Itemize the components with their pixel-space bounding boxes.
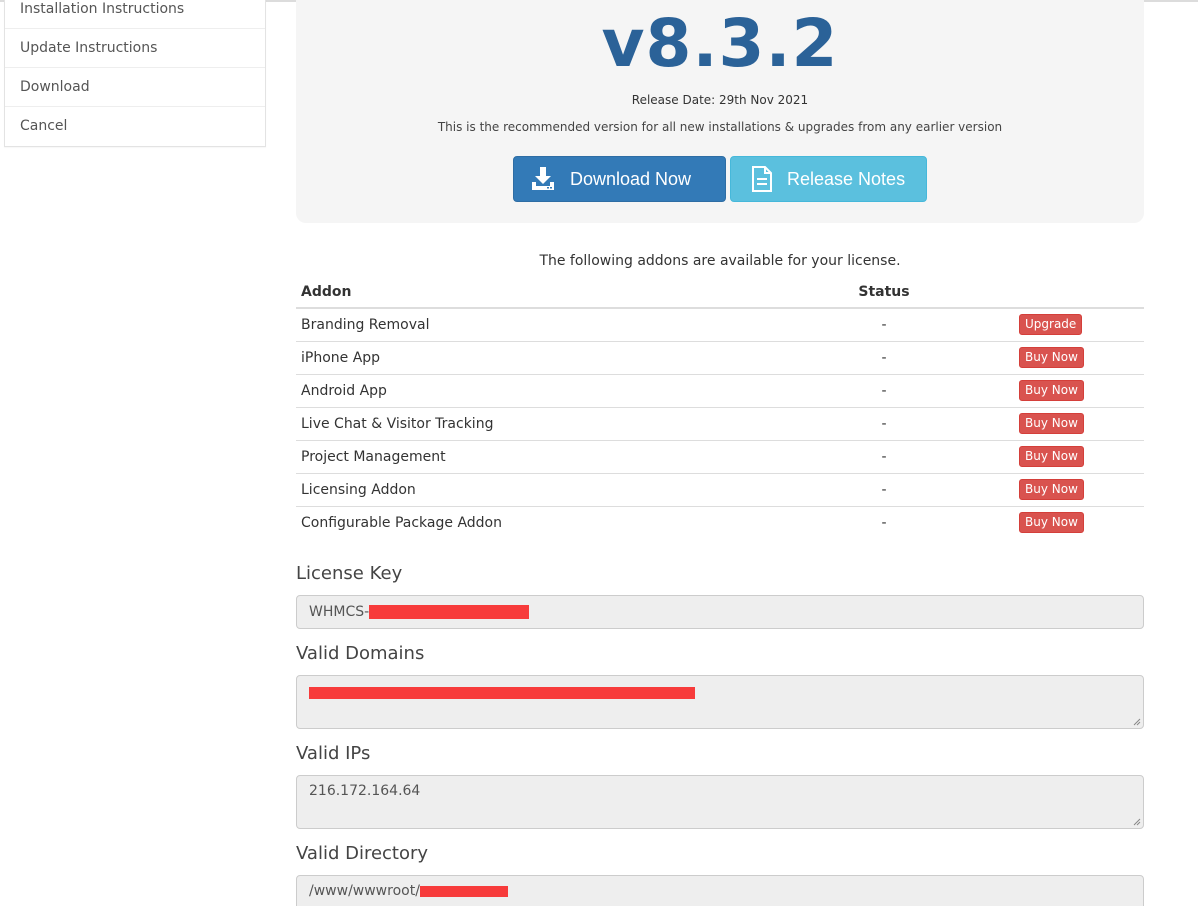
valid-directory-label: Valid Directory <box>296 843 429 864</box>
buy-now-button[interactable]: Buy Now <box>1019 347 1084 368</box>
upgrade-button[interactable]: Upgrade <box>1019 314 1083 336</box>
buy-now-button[interactable]: Buy Now <box>1019 446 1084 467</box>
addon-status: - <box>784 373 984 407</box>
valid-ips-field[interactable]: 216.172.164.64 <box>296 775 1144 829</box>
sidebar-item-update-instructions[interactable]: Update Instructions <box>5 29 265 68</box>
license-key-label: License Key <box>296 563 403 584</box>
table-row: Project Management - Buy Now <box>296 439 1144 473</box>
addon-status: - <box>784 472 984 506</box>
addon-name: Project Management <box>296 439 784 473</box>
table-header-row: Addon Status <box>296 277 1144 309</box>
table-row: Branding Removal - Upgrade <box>296 307 1144 341</box>
table-row: Live Chat & Visitor Tracking - Buy Now <box>296 406 1144 440</box>
addons-table: Addon Status Branding Removal - Upgrade … <box>296 277 1144 539</box>
buy-now-button[interactable]: Buy Now <box>1019 512 1084 534</box>
addon-action-cell: Buy Now <box>984 340 1144 374</box>
valid-domains-field[interactable] <box>296 675 1144 729</box>
resize-handle-icon[interactable] <box>1131 816 1141 826</box>
download-icon <box>528 164 558 194</box>
valid-ips-value: 216.172.164.64 <box>309 783 421 799</box>
addon-status: - <box>784 307 984 341</box>
addon-name: Branding Removal <box>296 307 784 341</box>
addon-name: Live Chat & Visitor Tracking <box>296 406 784 440</box>
valid-domains-label: Valid Domains <box>296 643 425 664</box>
license-key-field[interactable]: WHMCS- <box>296 595 1144 629</box>
table-row: iPhone App - Buy Now <box>296 340 1144 374</box>
addon-status: - <box>784 505 984 539</box>
table-row: Android App - Buy Now <box>296 373 1144 407</box>
page: Installation Instructions Update Instruc… <box>0 0 1198 906</box>
table-row: Licensing Addon - Buy Now <box>296 472 1144 506</box>
addon-name: Configurable Package Addon <box>296 505 784 539</box>
valid-directory-redaction <box>419 885 508 897</box>
column-header-action <box>984 277 1144 309</box>
addon-status: - <box>784 406 984 440</box>
addon-action-cell: Buy Now <box>984 439 1144 473</box>
addon-status: - <box>784 439 984 473</box>
license-key-prefix: WHMCS- <box>309 604 370 620</box>
resize-handle-icon[interactable] <box>1131 716 1141 726</box>
table-row: Configurable Package Addon - Buy Now <box>296 505 1144 539</box>
addon-name: iPhone App <box>296 340 784 374</box>
buy-now-button[interactable]: Buy Now <box>1019 413 1084 434</box>
addon-name: Licensing Addon <box>296 472 784 506</box>
addon-action-cell: Buy Now <box>984 505 1144 539</box>
valid-ips-label: Valid IPs <box>296 743 371 764</box>
release-date: Release Date: 29th Nov 2021 <box>631 93 809 107</box>
addon-action-cell: Buy Now <box>984 472 1144 506</box>
download-now-button[interactable]: Download Now <box>513 156 726 202</box>
column-header-status: Status <box>784 277 984 309</box>
addon-name: Android App <box>296 373 784 407</box>
version-number: v8.3.2 <box>601 5 839 82</box>
valid-directory-field[interactable]: /www/wwwroot/ <box>296 875 1144 906</box>
buy-now-button[interactable]: Buy Now <box>1019 479 1084 500</box>
sidebar-menu: Installation Instructions Update Instruc… <box>4 0 266 147</box>
download-now-label: Download Now <box>570 168 692 189</box>
valid-directory-prefix: /www/wwwroot/ <box>309 883 420 899</box>
document-icon <box>747 164 777 194</box>
sidebar-item-installation-instructions[interactable]: Installation Instructions <box>5 0 265 29</box>
valid-domains-redaction <box>309 687 695 699</box>
column-header-addon: Addon <box>296 277 784 309</box>
addon-action-cell: Buy Now <box>984 373 1144 407</box>
release-notes-button[interactable]: Release Notes <box>730 156 927 202</box>
recommendation-text: This is the recommended version for all … <box>437 120 1003 134</box>
addon-action-cell: Upgrade <box>984 307 1144 341</box>
addon-action-cell: Buy Now <box>984 406 1144 440</box>
sidebar-item-cancel[interactable]: Cancel <box>5 107 265 146</box>
buy-now-button[interactable]: Buy Now <box>1019 380 1084 401</box>
addons-intro-text: The following addons are available for y… <box>539 253 901 269</box>
release-notes-label: Release Notes <box>787 168 906 189</box>
main-content: v8.3.2 Release Date: 29th Nov 2021 This … <box>296 0 1144 906</box>
release-panel: v8.3.2 Release Date: 29th Nov 2021 This … <box>296 0 1144 223</box>
license-key-redaction <box>369 605 530 619</box>
addon-status: - <box>784 340 984 374</box>
sidebar-item-download[interactable]: Download <box>5 68 265 107</box>
